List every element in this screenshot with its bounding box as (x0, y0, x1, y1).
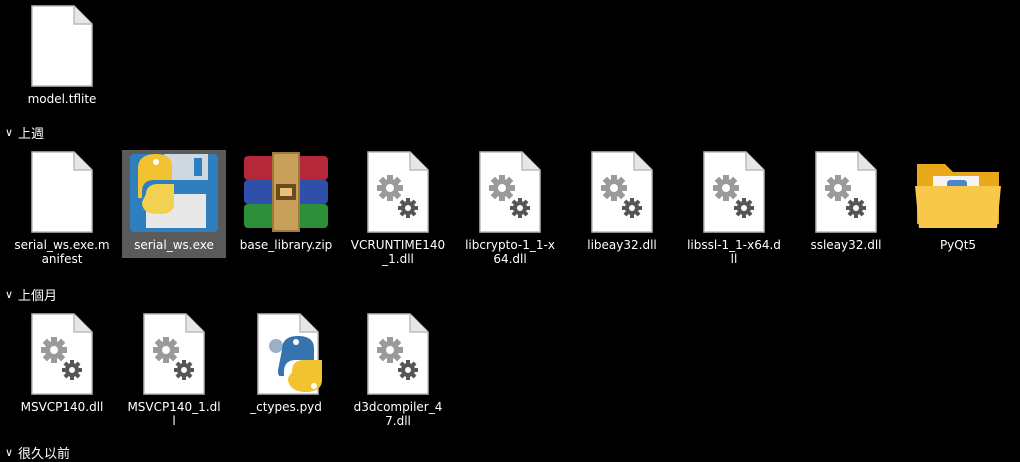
file-tile-selected[interactable]: serial_ws.exe (122, 150, 226, 258)
file-tile[interactable]: libcrypto-1_1-x64.dll (458, 150, 562, 266)
group-label: 很久以前 (18, 446, 71, 462)
group-header-long-ago[interactable]: ∨ 很久以前 (0, 442, 70, 462)
file-label: _ctypes.pyd (250, 400, 322, 414)
file-label: MSVCP140_1.dll (127, 400, 221, 428)
dll-gear-icon (348, 312, 448, 396)
dll-gear-icon (460, 150, 560, 234)
blank-file-icon (12, 4, 112, 88)
file-label: base_library.zip (239, 238, 333, 252)
file-tile[interactable]: d3dcompiler_47.dll (346, 312, 450, 428)
file-tile[interactable]: libssl-1_1-x64.dll (682, 150, 786, 266)
dll-gear-icon (124, 312, 224, 396)
group-label: 上個月 (18, 288, 58, 304)
chevron-down-icon: ∨ (4, 287, 14, 301)
dll-gear-icon (348, 150, 448, 234)
dll-gear-icon (684, 150, 784, 234)
file-label: libcrypto-1_1-x64.dll (465, 238, 555, 266)
python-floppy-icon (124, 150, 224, 234)
file-label: ssleay32.dll (810, 238, 882, 252)
file-label: serial_ws.exe.manifest (14, 238, 110, 266)
python-file-icon (236, 312, 336, 396)
dll-gear-icon (796, 150, 896, 234)
folder-label: PyQt5 (939, 238, 977, 252)
file-tile[interactable]: _ctypes.pyd (234, 312, 338, 414)
file-tile[interactable]: libeay32.dll (570, 150, 674, 252)
file-label: model.tflite (27, 92, 97, 106)
file-tile[interactable]: ssleay32.dll (794, 150, 898, 252)
file-label: serial_ws.exe (134, 238, 214, 252)
file-tile[interactable]: serial_ws.exe.manifest (10, 150, 114, 266)
dll-gear-icon (572, 150, 672, 234)
chevron-down-icon: ∨ (4, 125, 14, 139)
file-label: libssl-1_1-x64.dll (687, 238, 781, 266)
dll-gear-icon (12, 312, 112, 396)
file-label: libeay32.dll (587, 238, 657, 252)
folder-icon (908, 150, 1008, 234)
file-tile-model-tflite[interactable]: model.tflite (10, 4, 114, 106)
file-tile[interactable]: MSVCP140.dll (10, 312, 114, 414)
file-label: MSVCP140.dll (20, 400, 104, 414)
winrar-archive-icon (236, 150, 336, 234)
blank-file-icon (12, 150, 112, 234)
group-header-last-month[interactable]: ∨ 上個月 (0, 284, 57, 304)
file-label: d3dcompiler_47.dll (353, 400, 443, 428)
group-header-last-week[interactable]: ∨ 上週 (0, 122, 44, 142)
folder-tile[interactable]: PyQt5 (906, 150, 1010, 252)
file-tile[interactable]: base_library.zip (234, 150, 338, 252)
chevron-down-icon: ∨ (4, 445, 14, 459)
file-label: VCRUNTIME140_1.dll (350, 238, 446, 266)
file-tile[interactable]: MSVCP140_1.dll (122, 312, 226, 428)
file-tile[interactable]: VCRUNTIME140_1.dll (346, 150, 450, 266)
group-label: 上週 (18, 126, 45, 142)
